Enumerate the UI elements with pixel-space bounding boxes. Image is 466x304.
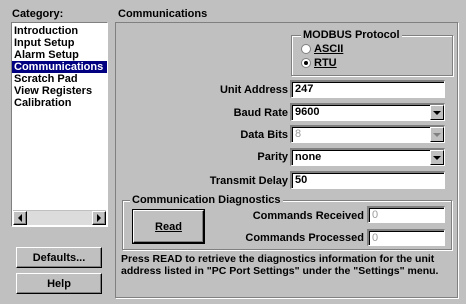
baud-rate-select[interactable]: 9600 <box>290 103 445 121</box>
diagnostics-note: Press READ to retrieve the diagnostics i… <box>121 253 439 277</box>
category-list[interactable]: Introduction Input Setup Alarm Setup Commun… <box>11 22 108 227</box>
data-bits-select: 8 <box>290 125 445 143</box>
category-items: Introduction Input Setup Alarm Setup Commun… <box>12 23 107 109</box>
read-button[interactable]: Read <box>132 209 205 244</box>
rtu-radio-circle <box>301 58 311 68</box>
category-item[interactable]: Communications <box>12 61 107 73</box>
parity-value: none <box>295 151 322 163</box>
modbus-protocol-group <box>291 35 453 76</box>
chevron-down-icon[interactable] <box>430 150 444 165</box>
data-bits-value: 8 <box>295 128 302 140</box>
commands-received-label: Commands Received <box>252 210 364 222</box>
horizontal-scrollbar[interactable] <box>13 210 106 225</box>
chevron-down-icon[interactable] <box>430 105 444 120</box>
parity-select[interactable]: none <box>290 148 445 166</box>
arrow-left-icon[interactable] <box>13 211 27 225</box>
baud-rate-value: 9600 <box>295 106 320 118</box>
ascii-radio[interactable]: ASCII <box>301 43 343 55</box>
parity-label: Parity <box>257 151 288 163</box>
help-button[interactable]: Help <box>16 273 102 294</box>
transmit-delay-label: Transmit Delay <box>209 175 288 187</box>
read-label: Read <box>155 220 182 233</box>
arrow-right-icon[interactable] <box>92 211 106 225</box>
category-item[interactable]: View Registers <box>12 85 107 97</box>
baud-rate-label: Baud Rate <box>233 107 288 119</box>
chevron-down-icon <box>430 127 444 142</box>
category-item[interactable]: Input Setup <box>12 37 107 49</box>
radio-dot <box>304 61 308 65</box>
category-item[interactable]: Calibration <box>12 97 107 109</box>
commands-received-field: 0 <box>367 206 445 223</box>
rtu-label: RTU <box>314 57 337 69</box>
data-bits-label: Data Bits <box>240 129 288 141</box>
ascii-radio-circle <box>301 44 311 54</box>
category-item[interactable]: Alarm Setup <box>12 49 107 61</box>
modbus-protocol-legend: MODBUS Protocol <box>301 29 402 41</box>
rtu-radio[interactable]: RTU <box>301 57 337 69</box>
category-item[interactable]: Introduction <box>12 25 107 37</box>
diagnostics-legend: Communication Diagnostics <box>130 194 283 206</box>
unit-address-input[interactable]: 247 <box>290 80 445 98</box>
commands-processed-field: 0 <box>367 229 445 246</box>
section-title: Communications <box>118 8 208 20</box>
category-header: Category: <box>12 8 64 20</box>
category-item[interactable]: Scratch Pad <box>12 73 107 85</box>
defaults-button[interactable]: Defaults... <box>16 247 102 268</box>
transmit-delay-input[interactable]: 50 <box>290 171 445 189</box>
ascii-label: ASCII <box>314 43 344 55</box>
unit-address-label: Unit Address <box>219 84 288 96</box>
commands-processed-label: Commands Processed <box>245 232 364 244</box>
